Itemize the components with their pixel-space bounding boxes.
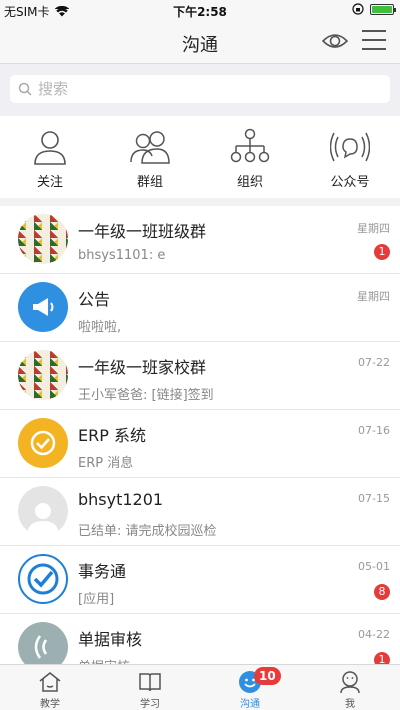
conversation-time: 05-01 — [358, 560, 390, 573]
quick-groups-label: 群组 — [136, 175, 163, 190]
conversation-time: 星期四 — [357, 222, 390, 235]
status-bar: 无SIM卡 下午2:58 — [0, 0, 400, 20]
conversation-preview: ERP 消息 — [78, 456, 134, 471]
profile-icon — [340, 671, 360, 694]
conversation-time: 07-22 — [358, 356, 390, 369]
conversation-preview: 单据审核 — [78, 656, 130, 664]
list-item[interactable]: 单据审核 单据审核 04-22 1 — [0, 614, 400, 664]
person-icon — [34, 131, 66, 165]
search-bar — [0, 64, 400, 116]
conversation-name: 事务通 — [78, 562, 127, 581]
broadcast-icon — [330, 132, 370, 162]
audit-icon — [34, 635, 48, 659]
unread-badge: 1 — [374, 652, 390, 664]
rotation-lock-icon — [352, 3, 364, 15]
conversation-preview: bhsys1101: e — [78, 248, 166, 263]
avatar — [18, 350, 68, 400]
conversation-name: bhsyt1201 — [78, 490, 164, 509]
quick-public-label: 公众号 — [330, 175, 370, 190]
list-item[interactable]: bhsyt1201 已结单: 请完成校园巡检 07-15 — [0, 478, 400, 546]
unread-badge: 8 — [374, 584, 390, 600]
conversation-time: 07-16 — [358, 424, 390, 437]
conversation-time: 04-22 — [358, 628, 390, 641]
tab-teaching[interactable]: 教学 — [0, 665, 100, 710]
tab-study[interactable]: 学习 — [100, 665, 200, 710]
battery-icon — [370, 3, 396, 15]
tab-me-label: 我 — [345, 699, 355, 710]
eye-icon — [321, 34, 349, 48]
list-item[interactable]: 一年级一班班级群 bhsys1101: e 星期四 1 — [0, 206, 400, 274]
unread-badge: 1 — [374, 244, 390, 260]
quick-org[interactable]: 组织 — [200, 116, 300, 198]
tab-me[interactable]: 我 — [300, 665, 400, 710]
conversation-name: 单据审核 — [78, 630, 143, 649]
tab-teaching-label: 教学 — [40, 699, 60, 710]
menu-button[interactable] — [362, 30, 386, 52]
checkmark-icon — [27, 563, 59, 595]
avatar — [18, 282, 68, 332]
status-time: 下午2:58 — [173, 5, 227, 19]
tab-bar: 教学 学习 10 沟通 我 — [0, 664, 400, 710]
quick-follow[interactable]: 关注 — [0, 116, 100, 198]
org-chart-icon — [230, 128, 270, 163]
conversation-preview: 啦啦啦, — [78, 320, 122, 335]
list-item[interactable]: 一年级一班家校群 王小军爸爸: [链接]签到 07-22 — [0, 342, 400, 410]
search-box[interactable] — [10, 75, 390, 103]
avatar — [18, 554, 68, 604]
tab-study-label: 学习 — [140, 699, 160, 710]
quick-org-label: 组织 — [236, 175, 263, 190]
tab-communication-label: 沟通 — [240, 699, 260, 710]
eye-button[interactable] — [321, 30, 349, 52]
conversation-time: 星期四 — [357, 290, 390, 303]
avatar — [18, 486, 68, 536]
quick-actions: 关注 群组 组织 公众号 — [0, 116, 400, 198]
search-icon — [18, 82, 32, 96]
book-icon — [139, 673, 161, 692]
list-item[interactable]: 事务通 [应用] 05-01 8 — [0, 546, 400, 614]
conversation-preview: [应用] — [78, 592, 115, 607]
conversation-name: 一年级一班班级群 — [78, 222, 207, 241]
check-circle-icon — [30, 430, 56, 456]
avatar — [18, 418, 68, 468]
default-user-icon — [27, 503, 59, 536]
quick-groups[interactable]: 群组 — [100, 116, 200, 198]
list-item[interactable]: ERP 系统 ERP 消息 07-16 — [0, 410, 400, 478]
list-item[interactable]: 公告 啦啦啦, 星期四 — [0, 274, 400, 342]
conversation-time: 07-15 — [358, 492, 390, 505]
unread-total-badge: 10 — [254, 667, 281, 685]
menu-icon — [362, 30, 386, 32]
quick-public[interactable]: 公众号 — [300, 116, 400, 198]
conversation-list: 一年级一班班级群 bhsys1101: e 星期四 1 公告 啦啦啦, 星期四 … — [0, 206, 400, 664]
conversation-preview: 王小军爸爸: [链接]签到 — [78, 388, 214, 403]
conversation-preview: 已结单: 请完成校园巡检 — [78, 524, 217, 539]
nav-bar: 沟通 — [0, 20, 400, 64]
house-icon — [39, 672, 61, 692]
avatar — [18, 214, 68, 264]
search-input[interactable] — [38, 80, 358, 98]
conversation-name: 公告 — [78, 290, 111, 309]
conversation-name: 一年级一班家校群 — [78, 358, 207, 377]
group-icon — [130, 131, 170, 164]
tab-communication[interactable]: 10 沟通 — [200, 665, 300, 710]
quick-follow-label: 关注 — [36, 175, 63, 190]
avatar — [18, 622, 68, 664]
megaphone-icon — [33, 298, 54, 316]
conversation-name: ERP 系统 — [78, 426, 146, 445]
